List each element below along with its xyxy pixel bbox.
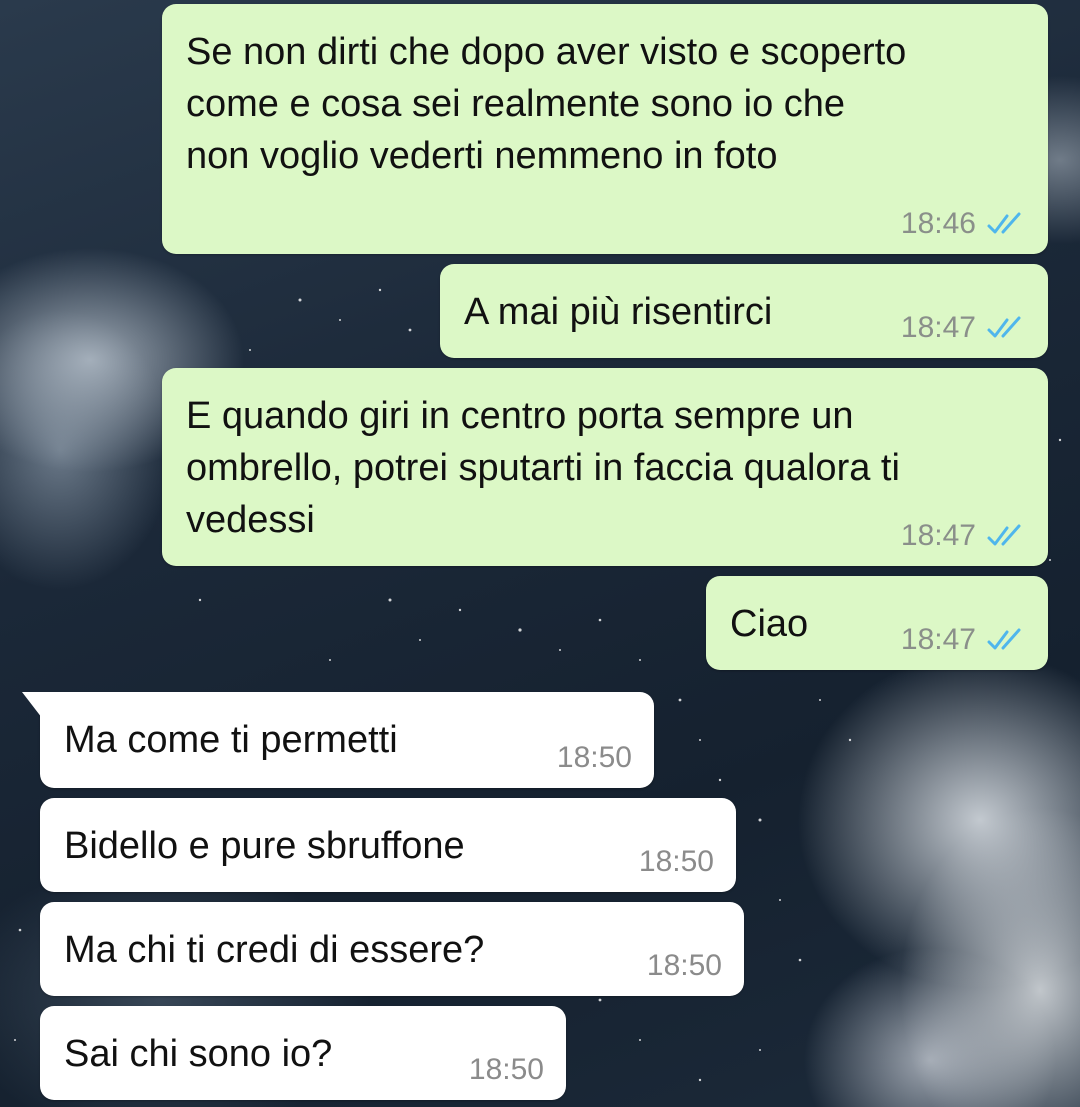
message-meta: 18:47 xyxy=(901,310,1026,346)
message-text: Ciao xyxy=(730,603,809,645)
double-check-icon xyxy=(987,316,1021,338)
message-bubble-incoming[interactable]: Ma chi ti credi di essere? 18:50 xyxy=(40,902,744,996)
message-time: 18:50 xyxy=(646,949,722,982)
message-bubble-incoming[interactable]: Bidello e pure sbruffone 18:50 xyxy=(40,798,736,892)
message-meta: 18:46 xyxy=(901,206,1026,242)
message-text: Bidello e pure sbruffone xyxy=(64,825,465,867)
message-text: Se non dirti che dopo aver visto e scope… xyxy=(186,31,907,177)
message-bubble-outgoing[interactable]: Se non dirti che dopo aver visto e scope… xyxy=(162,4,1048,254)
message-time: 18:50 xyxy=(556,741,632,774)
message-text: Ma chi ti credi di essere? xyxy=(64,929,485,971)
message-meta: 18:50 xyxy=(557,740,632,776)
message-time: 18:50 xyxy=(638,845,714,878)
double-check-icon xyxy=(987,628,1021,650)
message-time: 18:47 xyxy=(900,311,976,344)
message-bubble-outgoing[interactable]: A mai più risentirci 18:47 xyxy=(440,264,1048,358)
message-bubble-incoming[interactable]: Sai chi sono io? 18:50 xyxy=(40,1006,566,1100)
message-meta: 18:50 xyxy=(639,844,714,880)
message-bubble-outgoing[interactable]: E quando giri in centro porta sempre un … xyxy=(162,368,1048,566)
message-time: 18:50 xyxy=(468,1053,544,1086)
message-text: Ma come ti permetti xyxy=(64,719,398,761)
message-meta: 18:50 xyxy=(469,1052,544,1088)
message-meta: 18:50 xyxy=(647,948,722,984)
message-meta: 18:47 xyxy=(901,518,1026,554)
message-text: E quando giri in centro porta sempre un … xyxy=(186,395,900,541)
bubble-tail xyxy=(22,692,42,718)
double-check-icon xyxy=(987,212,1021,234)
message-time: 18:47 xyxy=(900,623,976,656)
message-time: 18:47 xyxy=(900,519,976,552)
message-time: 18:46 xyxy=(900,207,976,240)
message-text: Sai chi sono io? xyxy=(64,1033,333,1075)
message-meta: 18:47 xyxy=(901,622,1026,658)
message-bubble-incoming[interactable]: Ma come ti permetti 18:50 xyxy=(22,692,654,788)
double-check-icon xyxy=(987,524,1021,546)
message-text: A mai più risentirci xyxy=(464,291,773,333)
message-bubble-outgoing[interactable]: Ciao 18:47 xyxy=(706,576,1048,670)
